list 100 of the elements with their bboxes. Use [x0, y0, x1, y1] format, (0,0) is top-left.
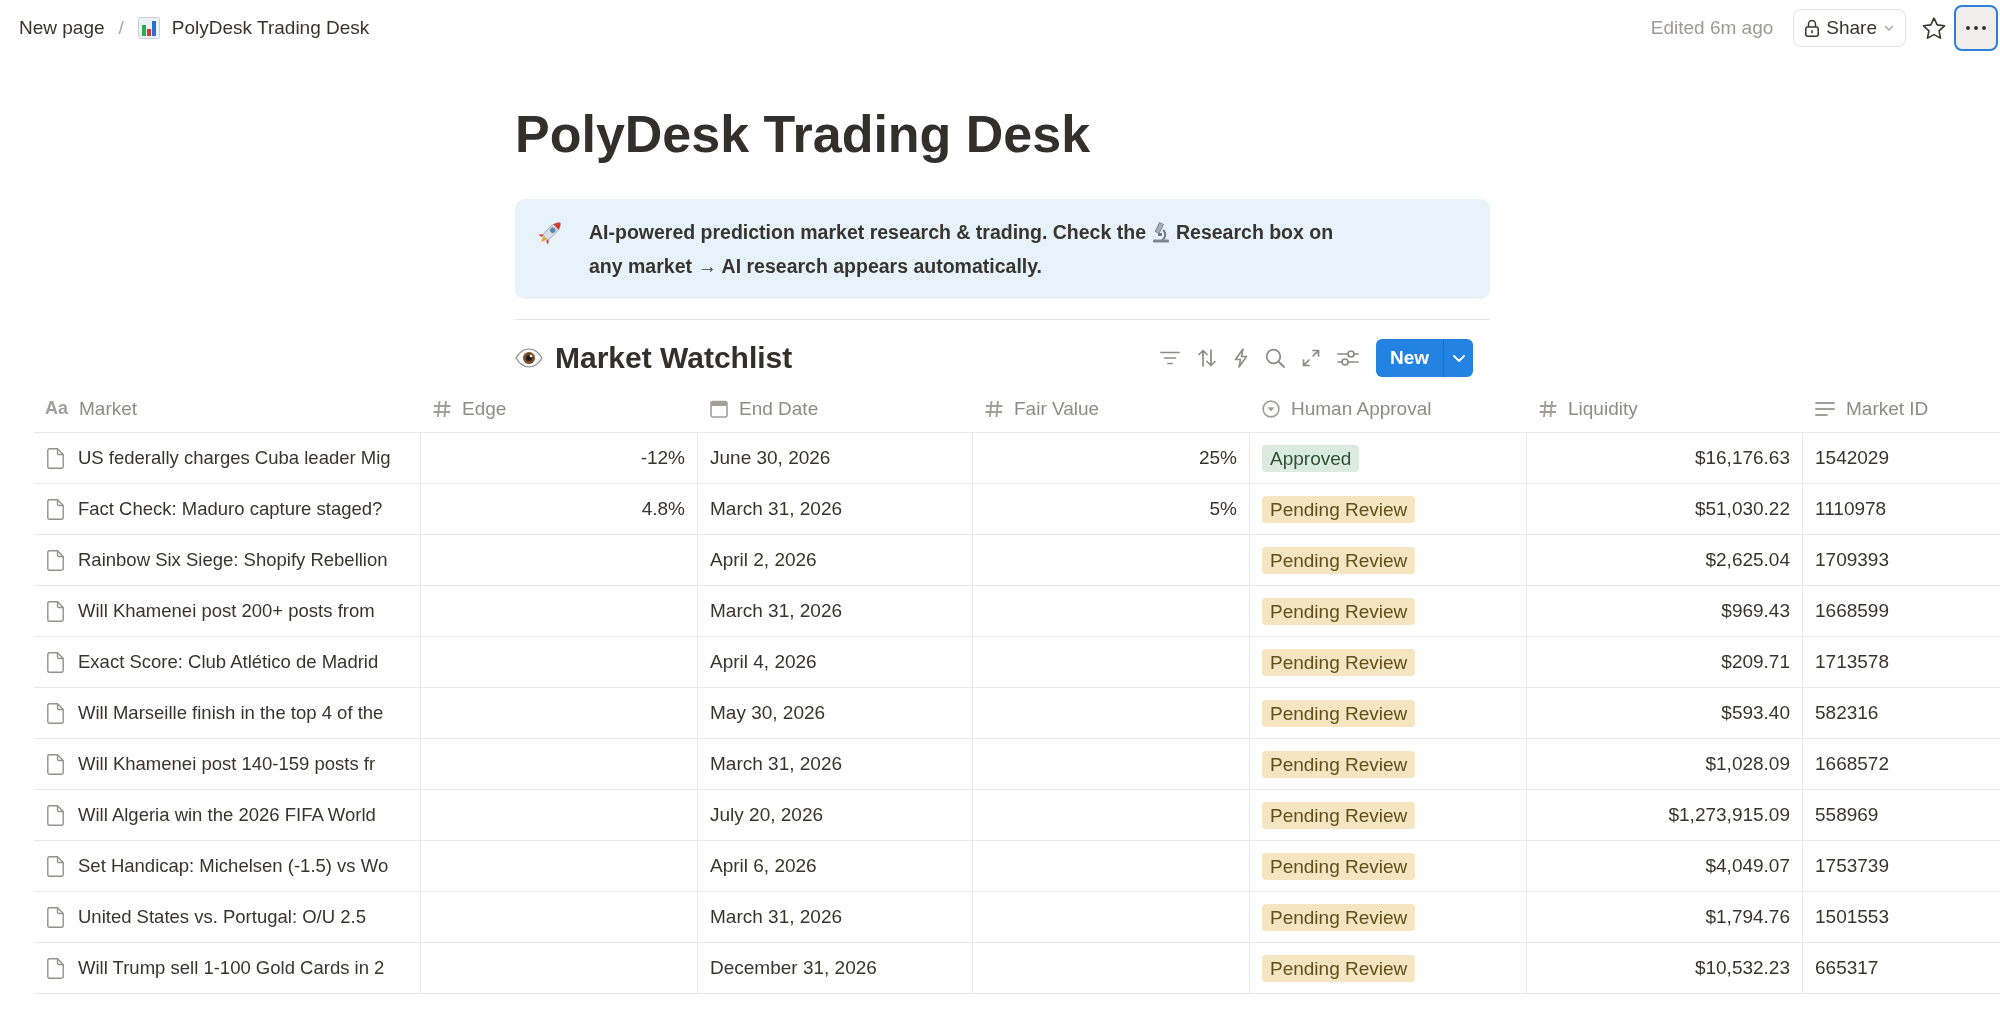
cell-text: -12%	[640, 447, 685, 469]
sliders-icon[interactable]	[1337, 349, 1359, 367]
page-link[interactable]: Fact Check: Maduro capture staged?	[47, 498, 383, 520]
cell-text: $1,273,915.09	[1668, 804, 1790, 826]
document-icon	[47, 498, 64, 520]
bar-chart-icon	[137, 17, 160, 39]
cell-text: 1501553	[1815, 906, 1889, 928]
sort-icon[interactable]	[1197, 349, 1217, 367]
cell-text: 25%	[1198, 447, 1237, 469]
page-link[interactable]: Will Algeria win the 2026 FIFA World	[47, 804, 376, 826]
page-link[interactable]: United States vs. Portugal: O/U 2.5	[47, 906, 366, 928]
cell-text: $51,030.22	[1694, 498, 1790, 520]
document-icon	[47, 549, 64, 571]
document-icon	[47, 906, 64, 928]
cell-text: $10,532.23	[1694, 957, 1790, 979]
breadcrumb-link[interactable]: PolyDesk Trading Desk	[137, 17, 370, 39]
cell-text: 1110978	[1815, 498, 1887, 520]
more-icon	[1966, 26, 1986, 30]
cell-text: $16,176.63	[1694, 447, 1790, 469]
callout-text: AI-powered prediction market research & trading. Check the	[589, 220, 1146, 245]
cell-text: 558969	[1815, 804, 1879, 826]
hash-icon	[433, 399, 451, 418]
callout-text: any market → AI research appears automatically.	[589, 254, 1043, 279]
cell-text: 1713578	[1815, 651, 1889, 673]
document-icon	[47, 753, 64, 775]
page-link[interactable]: Set Handicap: Michelsen (-1.5) vs Wo	[47, 855, 389, 877]
status-tag: Pending Review	[1262, 648, 1416, 676]
cell-text: $593.40	[1721, 702, 1790, 724]
dropdown-circle-icon	[1262, 399, 1280, 418]
cell-text: April 2, 2026	[710, 549, 817, 571]
callout-text: Research box on	[1176, 220, 1334, 245]
document-icon	[47, 702, 64, 724]
cell-text: May 30, 2026	[710, 702, 826, 724]
page-link[interactable]: Exact Score: Club Atlético de Madrid	[47, 651, 379, 673]
status-tag: Pending Review	[1262, 903, 1416, 931]
document-icon	[47, 957, 64, 979]
text-lines-icon	[1815, 401, 1835, 416]
cell-text: March 31, 2026	[710, 753, 843, 775]
cell-text: March 31, 2026	[710, 906, 843, 928]
cell-text: March 31, 2026	[710, 498, 843, 520]
cell-text: $209.71	[1721, 651, 1790, 673]
new-options-button[interactable]	[1443, 339, 1473, 377]
eye-icon	[515, 348, 543, 368]
cell-text: June 30, 2026	[710, 447, 831, 469]
status-tag: Approved	[1262, 444, 1360, 472]
chevron-down-icon	[1452, 354, 1465, 362]
document-icon	[47, 804, 64, 826]
status-tag: Pending Review	[1262, 954, 1416, 982]
status-tag: Pending Review	[1262, 852, 1416, 880]
status-tag: Pending Review	[1262, 801, 1416, 829]
text-type-icon: Aa	[45, 398, 68, 419]
document-icon	[47, 447, 64, 469]
cell-text: December 31, 2026	[710, 957, 877, 979]
document-icon	[47, 600, 64, 622]
cell-text: 1753739	[1815, 855, 1889, 877]
page-link[interactable]: Will Trump sell 1-100 Gold Cards in 2	[47, 957, 385, 979]
status-tag: Pending Review	[1262, 495, 1416, 523]
cell-text: 665317	[1815, 957, 1879, 979]
page-link[interactable]: Will Marseille finish in the top 4 of the	[47, 702, 384, 724]
page-link[interactable]: Rainbow Six Siege: Shopify Rebellion	[47, 549, 388, 571]
share-button[interactable]: Share	[1793, 9, 1906, 47]
document-icon	[47, 651, 64, 673]
cell-text: 1668572	[1815, 753, 1889, 775]
cell-text: April 4, 2026	[710, 651, 817, 673]
cell-text: 1668599	[1815, 600, 1889, 622]
lock-icon	[1805, 19, 1820, 37]
cell-text: 1542029	[1815, 447, 1889, 469]
cell-text: $1,794.76	[1705, 906, 1790, 928]
chevron-down-icon	[1884, 25, 1894, 31]
page-link[interactable]: Will Khamenei post 140-159 posts fr	[47, 753, 376, 775]
page-title: PolyDesk Trading Desk	[515, 104, 1092, 165]
cell-text: $1,028.09	[1705, 753, 1790, 775]
new-button[interactable]: New	[1376, 339, 1443, 377]
cell-text: April 6, 2026	[710, 855, 817, 877]
status-tag: Pending Review	[1262, 546, 1416, 574]
document-icon	[47, 855, 64, 877]
status-tag: Pending Review	[1262, 699, 1416, 727]
database-title: Market Watchlist	[555, 341, 793, 375]
cell-text: $4,049.07	[1705, 855, 1790, 877]
cell-text: $969.43	[1721, 600, 1790, 622]
status-tag: Pending Review	[1262, 597, 1416, 625]
cell-text: March 31, 2026	[710, 600, 843, 622]
edited-timestamp: Edited 6m ago	[1650, 17, 1774, 39]
cell-text: 582316	[1815, 702, 1879, 724]
cell-text: 5%	[1209, 498, 1237, 520]
page-link[interactable]: US federally charges Cuba leader Mig	[47, 447, 391, 469]
cell-text: 1709393	[1815, 549, 1889, 571]
expand-icon[interactable]	[1302, 349, 1320, 367]
lightning-icon[interactable]	[1234, 348, 1248, 368]
cell-text: July 20, 2026	[710, 804, 824, 826]
hash-icon	[1539, 399, 1557, 418]
star-icon[interactable]	[1922, 16, 1946, 40]
filter-icon[interactable]	[1160, 351, 1180, 365]
cell-text: $2,625.04	[1705, 549, 1790, 571]
more-button[interactable]	[1954, 5, 1998, 51]
page-link[interactable]: Will Khamenei post 200+ posts from	[47, 600, 375, 622]
search-icon[interactable]	[1265, 348, 1285, 368]
status-tag: Pending Review	[1262, 750, 1416, 778]
cell-text: 4.8%	[641, 498, 685, 520]
breadcrumb-link[interactable]: New page	[19, 17, 105, 39]
